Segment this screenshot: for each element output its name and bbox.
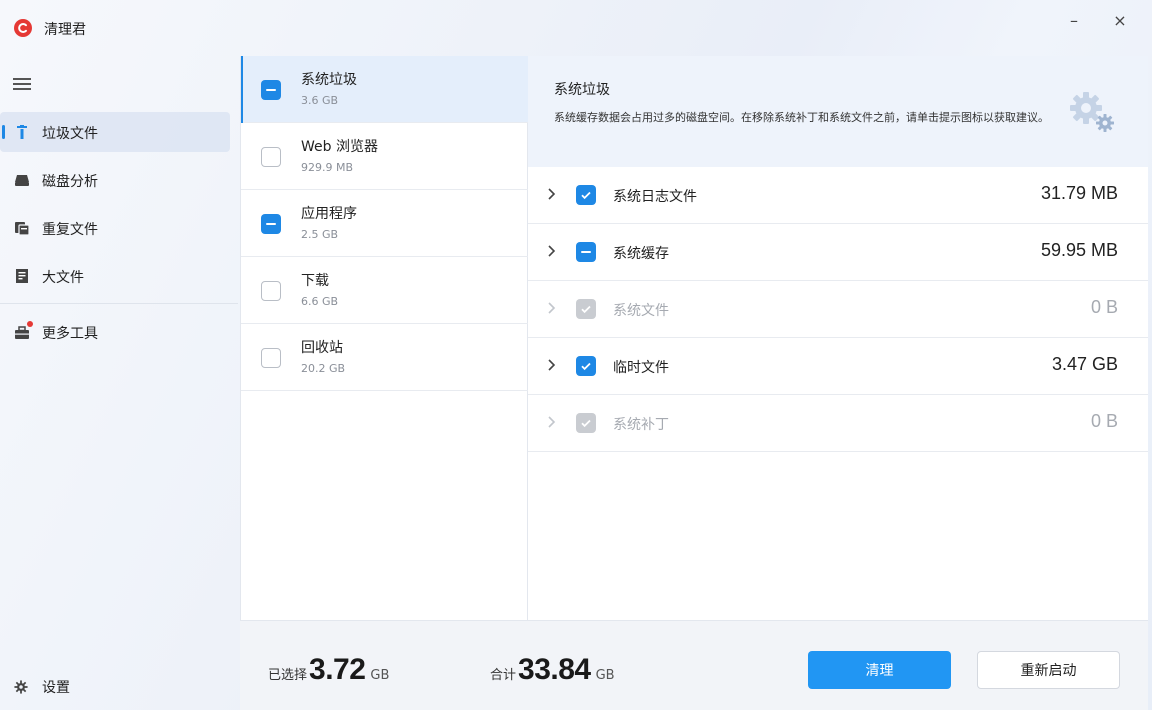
category-item-system-junk[interactable]: 系统垃圾 3.6 GB [241,56,528,123]
footer-bar: 已选择 3.72 GB 合计 33.84 GB 清理 重新启动 [240,620,1148,710]
file-size: 0 B [1090,297,1118,317]
file-row-system-patches: 系统补丁 0 B [528,395,1148,452]
category-item-recycle-bin[interactable]: 回收站 20.2 GB [241,324,528,391]
sidebar-item-duplicate-files[interactable]: 重复文件 [0,208,230,248]
chevron-right-icon[interactable] [546,186,558,202]
total-summary: 合计 33.84 GB [490,653,615,687]
close-button[interactable]: × [1100,8,1140,32]
chevron-right-icon[interactable] [546,357,558,373]
file-row-system-logs[interactable]: 系统日志文件 31.79 MB [528,167,1148,224]
selected-unit: GB [370,668,390,683]
category-size: 20.2 GB [301,362,346,375]
large-file-icon [16,269,28,283]
notification-dot [27,321,33,327]
detail-header: 系统垃圾 系统缓存数据会占用过多的磁盘空间。在移除系统补丁和系统文件之前，请单击… [528,56,1148,167]
file-size: 0 B [1090,411,1118,431]
category-size: 2.5 GB [301,228,339,241]
sidebar-item-junk-files[interactable]: 垃圾文件 [0,112,230,152]
category-list: 系统垃圾 3.6 GB Web 浏览器 929.9 MB 应用程序 2.5 GB… [240,56,528,620]
app-logo-icon [14,19,32,37]
settings-button[interactable]: 设置 [14,677,70,697]
clean-button[interactable]: 清理 [808,651,951,689]
sidebar-item-label: 大文件 [42,270,84,286]
file-checkbox [576,299,596,319]
category-size: 3.6 GB [301,94,339,107]
selected-value: 3.72 [309,653,366,686]
minimize-button[interactable]: – [1054,8,1094,32]
detail-panel: 系统垃圾 系统缓存数据会占用过多的磁盘空间。在移除系统补丁和系统文件之前，请单击… [528,56,1148,620]
file-name: 系统日志文件 [613,189,697,205]
sidebar-item-label: 垃圾文件 [42,126,98,142]
file-size: 59.95 MB [1040,240,1118,260]
active-indicator [2,125,5,139]
category-size: 929.9 MB [301,161,354,174]
file-row-system-cache[interactable]: 系统缓存 59.95 MB [528,224,1148,281]
category-item-applications[interactable]: 应用程序 2.5 GB [241,190,528,257]
active-indicator [241,56,243,123]
file-name: 系统文件 [613,303,669,319]
category-checkbox[interactable] [261,348,281,368]
file-checkbox[interactable] [576,356,596,376]
category-name: 应用程序 [301,206,357,222]
file-checkbox[interactable] [576,185,596,205]
file-checkbox[interactable] [576,242,596,262]
app-title: 清理君 [44,22,86,38]
category-name: Web 浏览器 [301,139,378,155]
category-size: 6.6 GB [301,295,339,308]
total-value: 33.84 [518,653,591,686]
disk-icon [15,175,29,186]
title-bar: 清理君 – × [0,0,1152,56]
sidebar-item-label: 磁盘分析 [42,174,98,190]
file-size: 31.79 MB [1040,183,1118,203]
detail-title: 系统垃圾 [554,82,610,98]
sidebar-item-more-tools[interactable]: 更多工具 [0,312,230,352]
sidebar-item-disk-analysis[interactable]: 磁盘分析 [0,160,230,200]
sidebar-divider [0,303,238,304]
category-checkbox[interactable] [261,214,281,234]
file-size: 3.47 GB [1051,354,1118,374]
trash-icon [17,125,27,139]
sidebar-item-label: 更多工具 [42,326,98,342]
file-row-system-files: 系统文件 0 B [528,281,1148,338]
category-name: 回收站 [301,340,343,356]
category-name: 下载 [301,273,329,289]
chevron-right-icon [548,302,556,314]
selected-summary: 已选择 3.72 GB [268,653,389,687]
app-window: 清理君 – × 垃圾文件 磁盘分析 重复文件 大文件 更多工具 设置 系统垃圾 … [0,0,1152,710]
sidebar-item-label: 重复文件 [42,222,98,238]
gears-icon[interactable] [1068,90,1118,134]
file-name: 临时文件 [613,360,669,376]
category-checkbox[interactable] [261,80,281,100]
duplicate-icon [15,222,30,236]
category-item-web-browser[interactable]: Web 浏览器 929.9 MB [241,123,528,190]
gear-icon [14,680,28,694]
category-checkbox[interactable] [261,281,281,301]
file-name: 系统缓存 [613,246,669,262]
detail-description: 系统缓存数据会占用过多的磁盘空间。在移除系统补丁和系统文件之前，请单击提示图标以… [554,111,1049,124]
category-checkbox[interactable] [261,147,281,167]
total-unit: GB [595,668,615,683]
file-checkbox [576,413,596,433]
menu-toggle-icon[interactable] [13,78,31,92]
chevron-right-icon [548,416,556,428]
file-row-temp-files[interactable]: 临时文件 3.47 GB [528,338,1148,395]
selected-label: 已选择 [268,668,308,683]
settings-label: 设置 [42,680,70,696]
chevron-right-icon[interactable] [546,243,558,259]
file-name: 系统补丁 [613,417,669,433]
total-label: 合计 [490,668,517,683]
category-item-downloads[interactable]: 下载 6.6 GB [241,257,528,324]
category-name: 系统垃圾 [301,72,357,88]
sidebar-item-large-files[interactable]: 大文件 [0,256,230,296]
restart-button[interactable]: 重新启动 [977,651,1120,689]
